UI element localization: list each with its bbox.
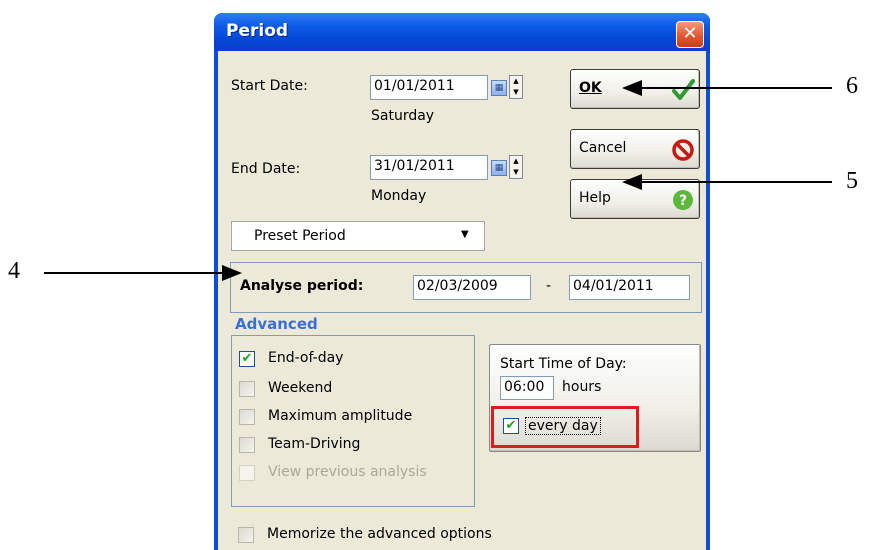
advanced-group: ✔ End-of-day Weekend Maximum amplitude T… [231,335,475,507]
end-date-spinner[interactable]: ▲ ▼ [509,155,523,179]
title-bar[interactable]: Period ✕ [214,13,710,51]
start-date-field[interactable]: 01/01/2011 [370,75,488,100]
spin-up-icon[interactable]: ▲ [510,156,522,167]
maximum-amplitude-checkbox[interactable] [239,409,255,425]
start-day-text: Saturday [371,108,435,124]
analyse-period-label: Analyse period: [240,278,364,294]
spin-up-icon[interactable]: ▲ [510,76,522,87]
dialog-title: Period [226,21,289,41]
preset-period-value: Preset Period [254,228,346,244]
help-label: Help [579,190,611,206]
advanced-heading: Advanced [235,315,318,333]
preset-period-dropdown[interactable]: Preset Period ▼ [231,221,485,251]
end-date-value: 31/01/2011 [374,158,455,174]
weekend-checkbox[interactable] [239,381,255,397]
callout-6-line [636,87,832,89]
dialog-client-area: Start Date: 01/01/2011 ▦ ▲ ▼ Saturday End… [218,51,706,550]
cancel-button[interactable]: Cancel [570,129,700,169]
end-date-label: End Date: [231,161,301,177]
arrowhead-icon [622,80,642,96]
start-date-label: Start Date: [231,78,308,94]
team-driving-label: Team-Driving [268,436,361,452]
end-date-field[interactable]: 31/01/2011 [370,155,488,180]
memorize-checkbox[interactable] [238,527,254,543]
callout-4-line [44,272,228,274]
team-driving-checkbox[interactable] [239,437,255,453]
every-day-label: every day [525,417,601,435]
analyse-from-field[interactable]: 02/03/2009 [413,275,531,300]
view-previous-analysis-checkbox[interactable] [239,465,255,481]
callout-5: 5 [846,168,858,194]
no-entry-icon [672,139,694,161]
start-date-value: 01/01/2011 [374,78,455,94]
view-previous-analysis-label: View previous analysis [268,464,427,480]
start-date-spinner[interactable]: ▲ ▼ [509,75,523,99]
dropdown-arrow-icon: ▼ [461,229,469,240]
weekend-label: Weekend [268,380,333,396]
arrowhead-icon [622,174,642,190]
start-time-field[interactable]: 06:00 [500,376,554,400]
close-button[interactable]: ✕ [676,21,704,48]
end-of-day-label: End-of-day [268,350,344,366]
callout-5-line [636,181,832,183]
cancel-label: Cancel [579,140,627,156]
start-time-value: 06:00 [504,379,545,395]
end-of-day-checkbox[interactable]: ✔ [239,351,255,367]
memorize-label: Memorize the advanced options [267,526,492,542]
callout-4: 4 [8,258,20,284]
analyse-period-group: Analyse period: 02/03/2009 - 04/01/2011 [230,262,702,313]
hours-label: hours [562,379,602,395]
every-day-checkbox[interactable]: ✔ [503,418,519,434]
analyse-to-field[interactable]: 04/01/2011 [569,275,690,300]
spin-down-icon[interactable]: ▼ [510,167,522,178]
analyse-to-value: 04/01/2011 [573,278,654,294]
help-icon: ? [673,190,693,210]
callout-6: 6 [846,73,858,99]
calendar-icon[interactable]: ▦ [491,160,507,176]
analyse-from-value: 02/03/2009 [417,278,498,294]
maximum-amplitude-label: Maximum amplitude [268,408,413,424]
checkmark-icon [672,79,695,100]
period-separator: - [546,278,552,294]
arrowhead-icon [222,265,242,281]
ok-label: OK [579,80,602,96]
close-icon: ✕ [682,23,698,44]
svg-text:?: ? [679,193,687,209]
start-time-label: Start Time of Day: [500,356,627,372]
end-day-text: Monday [371,188,427,204]
spin-down-icon[interactable]: ▼ [510,87,522,98]
calendar-icon[interactable]: ▦ [491,80,507,96]
